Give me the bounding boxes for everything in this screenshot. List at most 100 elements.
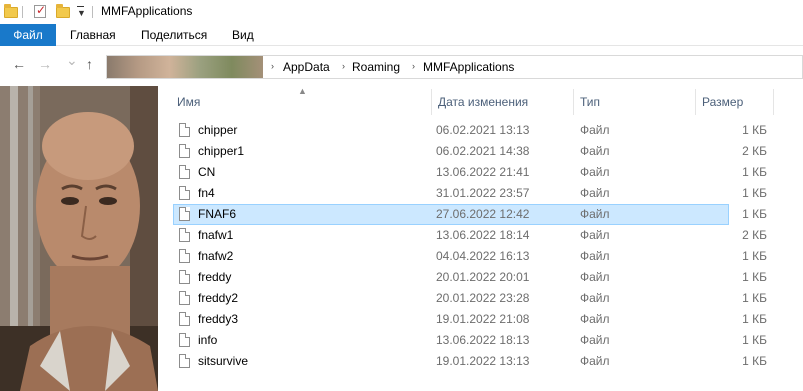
file-type: Файл — [580, 249, 610, 263]
properties-check-icon[interactable] — [34, 3, 48, 19]
file-date: 13.06.2022 21:41 — [436, 165, 530, 179]
file-name: fn4 — [198, 186, 215, 200]
breadcrumb-separator-icon[interactable]: › — [271, 61, 274, 71]
file-row[interactable]: chipper 06.02.2021 13:13 Файл 1 КБ — [173, 120, 767, 141]
recent-locations-icon[interactable]: ⌄ — [66, 52, 78, 69]
file-type: Файл — [580, 123, 610, 137]
file-type: Файл — [580, 144, 610, 158]
file-row[interactable]: CN 13.06.2022 21:41 Файл 1 КБ — [173, 162, 767, 183]
column-divider[interactable] — [773, 89, 774, 115]
tab-share[interactable]: Поделиться — [141, 24, 207, 46]
file-size: 2 КБ — [742, 144, 767, 158]
column-header-type[interactable]: Тип — [580, 95, 600, 109]
file-row[interactable]: sitsurvive 19.01.2022 13:13 Файл 1 КБ — [173, 351, 767, 372]
file-icon — [179, 312, 190, 326]
file-date: 20.01.2022 20:01 — [436, 270, 530, 284]
title-bar: ▼ MMFApplications — [0, 0, 803, 24]
file-row[interactable]: freddy2 20.01.2022 23:28 Файл 1 КБ — [173, 288, 767, 309]
breadcrumb-appdata[interactable]: AppData — [283, 60, 330, 74]
sort-ascending-icon: ▲ — [298, 86, 307, 96]
file-row-selected[interactable]: FNAF6 27.06.2022 12:42 Файл 1 КБ — [173, 204, 767, 225]
file-row[interactable]: fnafw1 13.06.2022 18:14 Файл 2 КБ — [173, 225, 767, 246]
file-name: chipper — [198, 123, 238, 137]
file-date: 13.06.2022 18:13 — [436, 333, 530, 347]
file-icon — [179, 186, 190, 200]
file-size: 1 КБ — [742, 291, 767, 305]
file-name: info — [198, 333, 218, 347]
file-size: 1 КБ — [742, 186, 767, 200]
file-type: Файл — [580, 312, 610, 326]
navigation-bar: ← → ⌄ ↑ › AppData › Roaming › MMFApplica… — [0, 46, 803, 86]
column-headers: ▲ Имя Дата изменения Тип Размер — [158, 86, 803, 118]
file-size: 1 КБ — [742, 207, 767, 221]
file-date: 19.01.2022 21:08 — [436, 312, 530, 326]
file-name: fnafw1 — [198, 228, 234, 242]
file-name: freddy — [198, 270, 232, 284]
back-arrow-icon[interactable]: ← — [12, 56, 26, 72]
file-icon — [179, 123, 190, 137]
file-icon — [179, 249, 190, 263]
toolbar-separator — [92, 6, 93, 18]
breadcrumb-separator-icon[interactable]: › — [342, 61, 345, 71]
tab-home[interactable]: Главная — [70, 24, 116, 46]
file-name: fnafw2 — [198, 249, 234, 263]
file-icon — [179, 270, 190, 284]
file-row[interactable]: fn4 31.01.2022 23:57 Файл 1 КБ — [173, 183, 767, 204]
file-size: 1 КБ — [742, 249, 767, 263]
file-row[interactable]: freddy 20.01.2022 20:01 Файл 1 КБ — [173, 267, 767, 288]
file-icon — [179, 354, 190, 368]
file-name: sitsurvive — [198, 354, 249, 368]
tab-file[interactable]: Файл — [0, 24, 56, 46]
file-date: 31.01.2022 23:57 — [436, 186, 530, 200]
file-icon — [179, 207, 190, 221]
file-type: Файл — [580, 165, 610, 179]
address-bar-image — [107, 56, 263, 78]
file-row[interactable]: chipper1 06.02.2021 14:38 Файл 2 КБ — [173, 141, 767, 162]
folder-icon — [4, 4, 18, 19]
breadcrumb-separator-icon[interactable]: › — [412, 61, 415, 71]
file-size: 1 КБ — [742, 312, 767, 326]
file-name: CN — [198, 165, 216, 179]
file-name: chipper1 — [198, 144, 245, 158]
tab-view[interactable]: Вид — [232, 24, 254, 46]
file-date: 04.04.2022 16:13 — [436, 249, 530, 263]
file-icon — [179, 144, 190, 158]
up-arrow-icon[interactable]: ↑ — [86, 56, 93, 72]
file-size: 2 КБ — [742, 228, 767, 242]
file-size: 1 КБ — [742, 270, 767, 284]
column-divider[interactable] — [695, 89, 696, 115]
column-header-date[interactable]: Дата изменения — [438, 95, 528, 109]
file-name: freddy3 — [198, 312, 239, 326]
photo-overlay-image — [0, 86, 158, 391]
column-header-name[interactable]: Имя — [177, 95, 200, 109]
file-name: FNAF6 — [198, 207, 237, 221]
toolbar-separator — [22, 6, 23, 18]
address-bar[interactable]: › AppData › Roaming › MMFApplications — [106, 55, 803, 79]
breadcrumb-mmfapplications[interactable]: MMFApplications — [423, 60, 514, 74]
file-type: Файл — [580, 207, 610, 221]
file-row[interactable]: fnafw2 04.04.2022 16:13 Файл 1 КБ — [173, 246, 767, 267]
file-row[interactable]: freddy3 19.01.2022 21:08 Файл 1 КБ — [173, 309, 767, 330]
file-date: 06.02.2021 14:38 — [436, 144, 530, 158]
file-size: 1 КБ — [742, 123, 767, 137]
file-icon — [179, 333, 190, 347]
file-date: 19.01.2022 13:13 — [436, 354, 530, 368]
column-divider[interactable] — [431, 89, 432, 115]
breadcrumb-roaming[interactable]: Roaming — [352, 60, 400, 74]
column-divider[interactable] — [573, 89, 574, 115]
ribbon-tabs: Файл Главная Поделиться Вид — [0, 24, 803, 46]
file-icon — [179, 291, 190, 305]
file-size: 1 КБ — [742, 333, 767, 347]
file-name: freddy2 — [198, 291, 239, 305]
column-header-size[interactable]: Размер — [702, 95, 743, 109]
file-size: 1 КБ — [742, 354, 767, 368]
file-type: Файл — [580, 270, 610, 284]
file-type: Файл — [580, 291, 610, 305]
file-row[interactable]: info 13.06.2022 18:13 Файл 1 КБ — [173, 330, 767, 351]
file-type: Файл — [580, 186, 610, 200]
forward-arrow-icon[interactable]: → — [38, 56, 52, 72]
new-folder-icon[interactable] — [56, 4, 70, 19]
file-date: 13.06.2022 18:14 — [436, 228, 530, 242]
file-size: 1 КБ — [742, 165, 767, 179]
quick-access-dropdown-icon[interactable]: ▼ — [77, 6, 86, 18]
